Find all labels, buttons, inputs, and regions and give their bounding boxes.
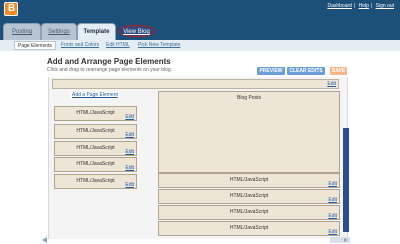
tab-template[interactable]: Template <box>77 23 116 40</box>
sidebar-widget[interactable]: HTML/JavaScript Edit <box>54 124 137 139</box>
sidebar-widget[interactable]: HTML/JavaScript Edit <box>54 174 137 189</box>
widget-edit-link[interactable]: Edit <box>328 213 337 219</box>
widget-edit-link[interactable]: Edit <box>125 114 134 120</box>
widget-label: HTML/JavaScript <box>76 128 115 134</box>
page-title: Add and Arrange Page Elements <box>47 57 171 66</box>
sign-out-link[interactable]: Sign out <box>376 3 394 9</box>
widget-edit-link[interactable]: Edit <box>125 182 134 188</box>
widget-label: HTML/JavaScript <box>229 209 269 215</box>
tab-view-blog[interactable]: View Blog <box>118 25 155 37</box>
main-widget[interactable]: HTML/JavaScript Edit <box>158 189 340 204</box>
widget-edit-link[interactable]: Edit <box>328 229 337 235</box>
widget-label: HTML/JavaScript <box>229 177 269 183</box>
widget-label: HTML/JavaScript <box>76 110 115 116</box>
clear-edits-button[interactable]: CLEAR EDITS <box>287 67 325 75</box>
dashboard-link[interactable]: Dashboard <box>327 3 351 9</box>
subtab-page-elements[interactable]: Page Elements <box>14 41 56 50</box>
widget-edit-link[interactable]: Edit <box>125 132 134 138</box>
widget-label: HTML/JavaScript <box>229 225 269 231</box>
blog-posts-widget[interactable]: Blog Posts <box>158 91 340 173</box>
widget-label: HTML/JavaScript <box>76 161 115 167</box>
help-link[interactable]: Help <box>359 3 369 9</box>
widget-label: HTML/JavaScript <box>76 178 115 184</box>
blogger-logo-icon[interactable]: B <box>4 2 18 16</box>
widget-label: HTML/JavaScript <box>76 145 115 151</box>
subtab-pick-new-template[interactable]: Pick New Template <box>135 41 183 50</box>
header-edit-link[interactable]: Edit <box>327 81 336 87</box>
tab-posting[interactable]: Posting <box>3 23 41 40</box>
subtab-edit-html[interactable]: Edit HTML <box>103 41 133 50</box>
sidebar-widget[interactable]: HTML/JavaScript Edit <box>54 106 137 121</box>
scrollbar[interactable] <box>343 128 349 232</box>
main-widget[interactable]: HTML/JavaScript Edit <box>158 205 340 220</box>
widget-edit-link[interactable]: Edit <box>125 149 134 155</box>
widget-label: HTML/JavaScript <box>229 193 269 199</box>
blog-posts-label: Blog Posts <box>237 95 261 101</box>
page-subtitle: Click and drag to rearrange page element… <box>47 67 173 73</box>
header-widget[interactable]: Edit <box>52 79 339 89</box>
sidebar-widget[interactable]: HTML/JavaScript Edit <box>54 157 137 172</box>
main-widget[interactable]: HTML/JavaScript Edit <box>158 221 340 236</box>
widget-edit-link[interactable]: Edit <box>125 165 134 171</box>
scroll-end-icon[interactable] <box>330 237 350 243</box>
subtab-fonts-and-colors[interactable]: Fonts and Colors <box>58 41 102 50</box>
account-links: Dashboard | Help | Sign out <box>327 3 394 9</box>
add-page-element-link[interactable]: Add a Page Element <box>70 92 120 98</box>
sidebar-widget[interactable]: HTML/JavaScript Edit <box>54 141 137 156</box>
widget-edit-link[interactable]: Edit <box>328 181 337 187</box>
widget-edit-link[interactable]: Edit <box>328 197 337 203</box>
tab-settings[interactable]: Settings <box>41 23 77 40</box>
arrow-left-icon[interactable] <box>40 236 52 244</box>
main-widget[interactable]: HTML/JavaScript Edit <box>158 173 340 188</box>
preview-button[interactable]: PREVIEW <box>257 67 285 75</box>
save-button[interactable]: SAVE <box>330 67 347 75</box>
